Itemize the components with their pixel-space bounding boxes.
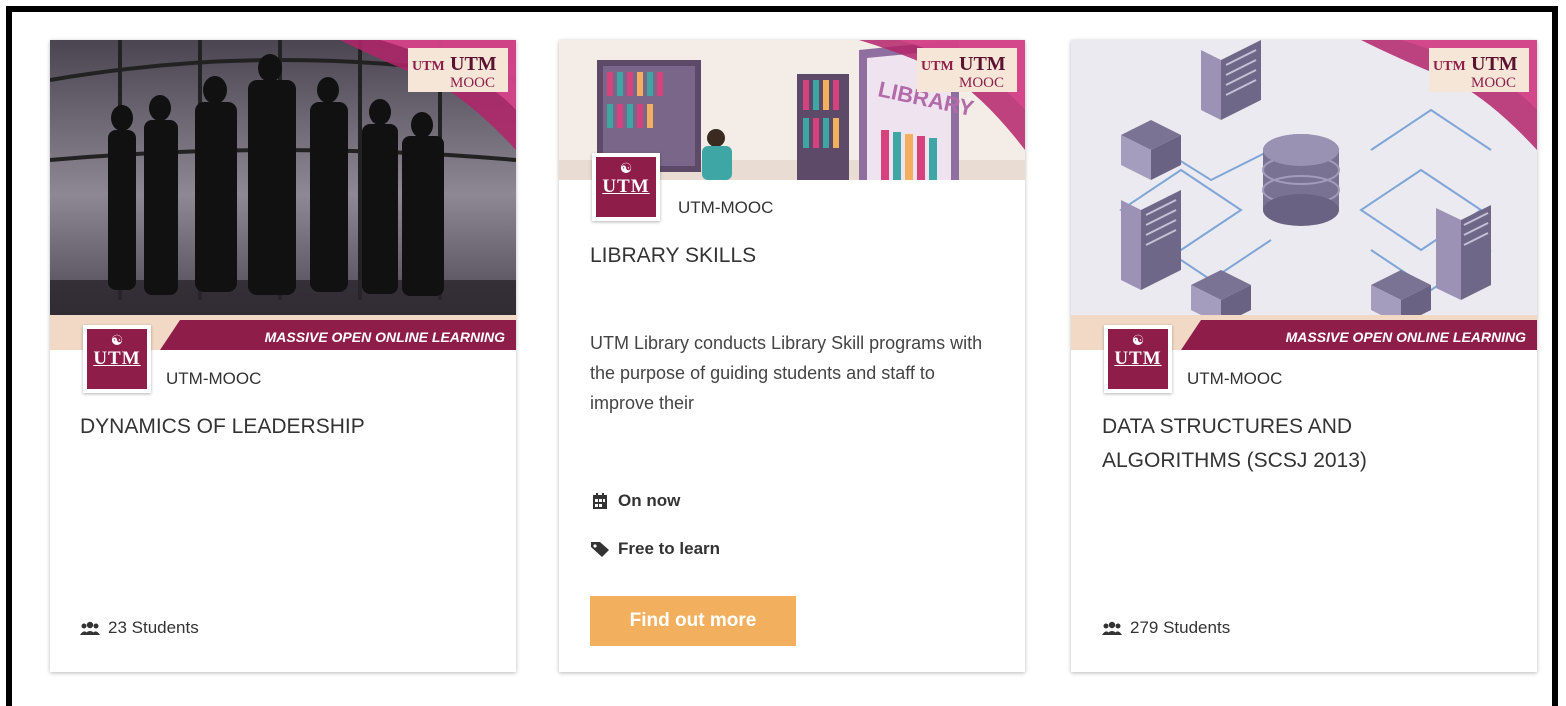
provider-name: UTM-MOOC <box>678 198 774 217</box>
users-icon <box>80 621 100 635</box>
svg-text:MOOC: MOOC <box>1471 75 1516 91</box>
students-label: 279 Students <box>1130 618 1231 637</box>
logo-text: UTM <box>1114 348 1162 369</box>
logo-text: UTM <box>93 348 141 369</box>
course-description: UTM Library conducts Library Skill progr… <box>590 333 983 413</box>
users-icon <box>1102 621 1122 635</box>
crest-icon: ☯ <box>110 334 124 349</box>
course-title[interactable]: DATA STRUCTURES AND ALGORITHMS (SCSJ 201… <box>1102 410 1432 478</box>
svg-text:UTM: UTM <box>450 53 497 75</box>
students-label: 23 Students <box>108 618 199 637</box>
brand-utm-mark: UTM <box>412 59 445 74</box>
price-status: Free to learn <box>590 539 720 559</box>
student-count: 279 Students <box>1102 618 1230 638</box>
course-image[interactable]: UTM UTM MOOC MASSIVE OPEN ONLINE LEARNIN… <box>1071 40 1537 350</box>
course-card-library[interactable]: LIBRARY UTM UTM MOOC ☯ UTM UTM-MOOC LIBR… <box>559 40 1025 672</box>
logo-text: UTM <box>602 176 650 197</box>
svg-text:UTM: UTM <box>959 53 1006 75</box>
course-card-leadership[interactable]: UTM UTM MOOC MASSIVE OPEN ONLINE LEARNIN… <box>50 40 516 672</box>
crest-icon: ☯ <box>619 162 633 177</box>
svg-text:MOOC: MOOC <box>450 75 495 91</box>
course-title[interactable]: DYNAMICS OF LEADERSHIP <box>80 410 480 444</box>
calendar-icon <box>593 493 607 509</box>
svg-text:UTM: UTM <box>921 59 954 74</box>
crest-icon: ☯ <box>1131 334 1145 349</box>
svg-text:UTM: UTM <box>1471 53 1518 75</box>
svg-text:MOOC: MOOC <box>959 75 1004 91</box>
banner-text: MASSIVE OPEN ONLINE LEARNING <box>265 329 505 345</box>
provider-name: UTM-MOOC <box>1187 369 1283 388</box>
course-card-data-structures[interactable]: UTM UTM MOOC MASSIVE OPEN ONLINE LEARNIN… <box>1071 40 1537 672</box>
provider-logo: ☯ UTM <box>1104 325 1172 393</box>
provider-name: UTM-MOOC <box>166 369 262 388</box>
tag-icon <box>591 542 609 557</box>
course-title[interactable]: LIBRARY SKILLS <box>590 239 990 273</box>
provider-logo: ☯ UTM <box>83 325 151 393</box>
student-count: 23 Students <box>80 618 199 638</box>
availability-status: On now <box>590 491 680 511</box>
price-label: Free to learn <box>618 539 721 558</box>
banner-text: MASSIVE OPEN ONLINE LEARNING <box>1286 329 1526 345</box>
provider-logo: ☯ UTM <box>592 153 660 221</box>
svg-text:UTM: UTM <box>1433 59 1466 74</box>
availability-label: On now <box>618 491 681 510</box>
find-out-more-button[interactable]: Find out more <box>590 596 796 646</box>
course-image[interactable]: UTM UTM MOOC MASSIVE OPEN ONLINE LEARNIN… <box>50 40 516 350</box>
